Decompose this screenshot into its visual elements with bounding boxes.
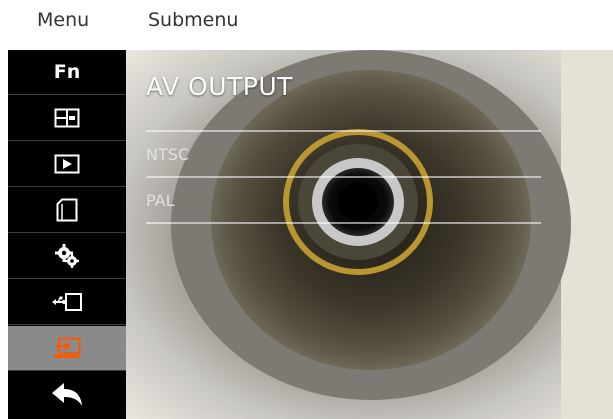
play-icon — [54, 154, 80, 174]
camera-view: AV OUTPUT NTSC PAL — [126, 50, 613, 419]
back-arrow-icon — [52, 382, 82, 406]
sidebar-item-usb[interactable] — [8, 280, 126, 325]
sidebar-item-playback[interactable] — [8, 142, 126, 187]
sidebar-item-av-output[interactable] — [8, 326, 126, 371]
header: Menu Submenu — [0, 0, 613, 50]
sidebar-item-settings[interactable] — [8, 234, 126, 279]
sidebar-item-memory-card[interactable] — [8, 188, 126, 233]
device-screen: Fn AV OUTPUT NTSC PAL — [8, 50, 613, 419]
sd-card-icon — [56, 198, 78, 222]
fn-label: Fn — [53, 61, 81, 83]
submenu-label: Submenu — [148, 9, 239, 31]
sidebar-item-fn[interactable]: Fn — [8, 50, 126, 95]
option-pal[interactable]: PAL — [146, 178, 541, 224]
menu-label: Menu — [37, 9, 90, 31]
sidebar-item-back[interactable] — [8, 372, 126, 417]
gears-icon — [55, 244, 79, 268]
split-view-icon — [54, 108, 80, 128]
av-output-icon — [54, 337, 81, 358]
option-ntsc[interactable]: NTSC — [146, 132, 541, 178]
camera-feed-image — [126, 50, 613, 419]
panel-title: AV OUTPUT — [146, 72, 293, 101]
usb-icon — [52, 293, 82, 311]
sidebar-menu: Fn — [8, 50, 126, 419]
sidebar-item-split-view[interactable] — [8, 96, 126, 141]
